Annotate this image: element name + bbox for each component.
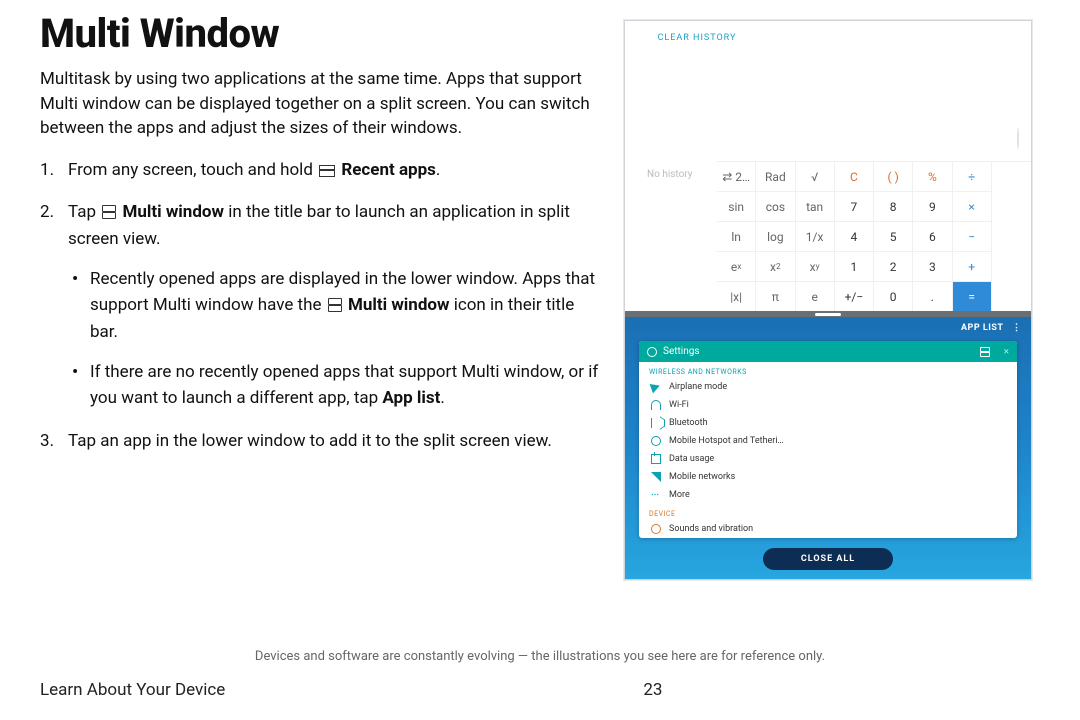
step-1: From any screen, touch and hold Recent a…	[40, 157, 600, 183]
lower-pane: APP LIST ⋮ Settings × WIRELESS AND NETWO…	[625, 317, 1031, 579]
card-titlebar: Settings ×	[639, 341, 1017, 362]
key-dot: .	[913, 282, 952, 312]
key-4: 4	[835, 222, 874, 252]
key-5: 5	[874, 222, 913, 252]
multi-window-icon	[980, 347, 990, 357]
key-sqrt: √	[796, 162, 835, 192]
key-3: 3	[913, 252, 952, 282]
recent-app-card: Settings × WIRELESS AND NETWORKS Airplan…	[639, 341, 1017, 538]
row-more: ⋯More	[639, 486, 1017, 504]
clear-history-link: CLEAR HISTORY	[637, 27, 757, 43]
key-rad: Rad	[756, 162, 795, 192]
step-3: Tap an app in the lower window to add it…	[40, 428, 600, 454]
row-wifi: Wi-Fi	[639, 396, 1017, 414]
key-2: 2	[874, 252, 913, 282]
steps-list: From any screen, touch and hold Recent a…	[40, 157, 600, 454]
key-xy: xy	[796, 252, 835, 282]
multi-window-icon	[328, 298, 342, 312]
key-8: 8	[874, 192, 913, 222]
key-minus: −	[953, 222, 992, 252]
key-mul: ×	[953, 192, 992, 222]
mobile-network-icon	[651, 472, 661, 482]
calculator-keypad: ⇄ 2… Rad √ C ( ) % ÷ sin cos tan 7 8 9 ×…	[717, 161, 1031, 312]
step-2-bullets: Recently opened apps are displayed in th…	[68, 266, 600, 412]
airplane-icon	[650, 381, 663, 394]
bullet-2-c: .	[440, 388, 444, 408]
row-airplane: Airplane mode	[639, 378, 1017, 396]
page-title: Multi Window	[40, 10, 600, 57]
disclaimer-text: Devices and software are constantly evol…	[0, 649, 1080, 664]
more-icon: ⋮	[1012, 323, 1021, 333]
key-tan: tan	[796, 192, 835, 222]
key-inv: 1/x	[796, 222, 835, 252]
key-ex: ex	[717, 252, 756, 282]
key-clear: C	[835, 162, 874, 192]
section-wireless: WIRELESS AND NETWORKS	[639, 362, 1017, 378]
step-1-pre: From any screen, touch and hold	[68, 160, 317, 180]
sound-icon	[651, 524, 661, 534]
bullet-1-bold: Multi window	[348, 295, 450, 315]
data-usage-icon	[651, 454, 661, 464]
intro-paragraph: Multitask by using two applications at t…	[40, 67, 600, 141]
close-icon: ×	[1004, 346, 1009, 357]
key-0: 0	[874, 282, 913, 312]
more-icon: ⋯	[651, 490, 661, 500]
key-sin: sin	[717, 192, 756, 222]
bullet-2-bold: App list	[382, 388, 440, 408]
multi-window-icon	[102, 205, 116, 219]
key-7: 7	[835, 192, 874, 222]
key-1: 1	[835, 252, 874, 282]
section-device: DEVICE	[639, 504, 1017, 520]
no-history-label: No history	[647, 169, 693, 180]
key-6: 6	[913, 222, 952, 252]
key-cos: cos	[756, 192, 795, 222]
manual-page: Multi Window Multitask by using two appl…	[0, 0, 1080, 640]
calculator-pane: CLEAR HISTORY	[625, 21, 1031, 161]
key-unit: ⇄ 2…	[717, 162, 756, 192]
app-list-bar: APP LIST ⋮	[625, 317, 1031, 339]
key-percent: %	[913, 162, 952, 192]
key-x2: x2	[756, 252, 795, 282]
step-1-bold: Recent apps	[341, 160, 436, 180]
key-div: ÷	[953, 162, 992, 192]
hotspot-icon	[651, 436, 661, 446]
card-title-label: Settings	[663, 346, 700, 357]
key-log: log	[756, 222, 795, 252]
app-list-label: APP LIST	[961, 323, 1003, 333]
text-column: Multi Window Multitask by using two appl…	[40, 10, 600, 640]
key-paren: ( )	[874, 162, 913, 192]
row-bluetooth: Bluetooth	[639, 414, 1017, 432]
key-e: e	[796, 282, 835, 312]
illustration-column: CLEAR HISTORY No history ⇄ 2… Rad √ C ( …	[624, 10, 1044, 640]
device-screenshot: CLEAR HISTORY No history ⇄ 2… Rad √ C ( …	[624, 20, 1032, 580]
gear-icon	[647, 347, 657, 357]
key-equals: =	[953, 282, 992, 312]
footer-section: Learn About Your Device	[40, 680, 225, 700]
step-2-bold: Multi window	[122, 202, 224, 222]
key-pi: π	[756, 282, 795, 312]
key-ln: ln	[717, 222, 756, 252]
step-2-pre: Tap	[68, 202, 100, 222]
key-sign: +/−	[835, 282, 874, 312]
bullet-2: If there are no recently opened apps tha…	[68, 359, 600, 412]
recent-apps-icon	[319, 165, 335, 177]
footer-page-number: 23	[643, 680, 662, 700]
row-hotspot: Mobile Hotspot and Tetheri…	[639, 432, 1017, 450]
close-all-button: CLOSE ALL	[763, 548, 893, 570]
row-sounds: Sounds and vibration	[639, 520, 1017, 538]
step-2: Tap Multi window in the title bar to lau…	[40, 199, 600, 411]
row-data: Data usage	[639, 450, 1017, 468]
row-mobile: Mobile networks	[639, 468, 1017, 486]
key-9: 9	[913, 192, 952, 222]
bullet-2-a: If there are no recently opened apps tha…	[90, 362, 598, 408]
key-abs: |x|	[717, 282, 756, 312]
step-1-post: .	[436, 160, 440, 180]
bullet-1: Recently opened apps are displayed in th…	[68, 266, 600, 345]
key-plus: +	[953, 252, 992, 282]
wifi-icon	[651, 400, 661, 410]
page-footer: Learn About Your Device 23	[40, 680, 1040, 700]
bluetooth-icon	[651, 418, 661, 428]
history-toggle-icon	[1017, 129, 1019, 148]
